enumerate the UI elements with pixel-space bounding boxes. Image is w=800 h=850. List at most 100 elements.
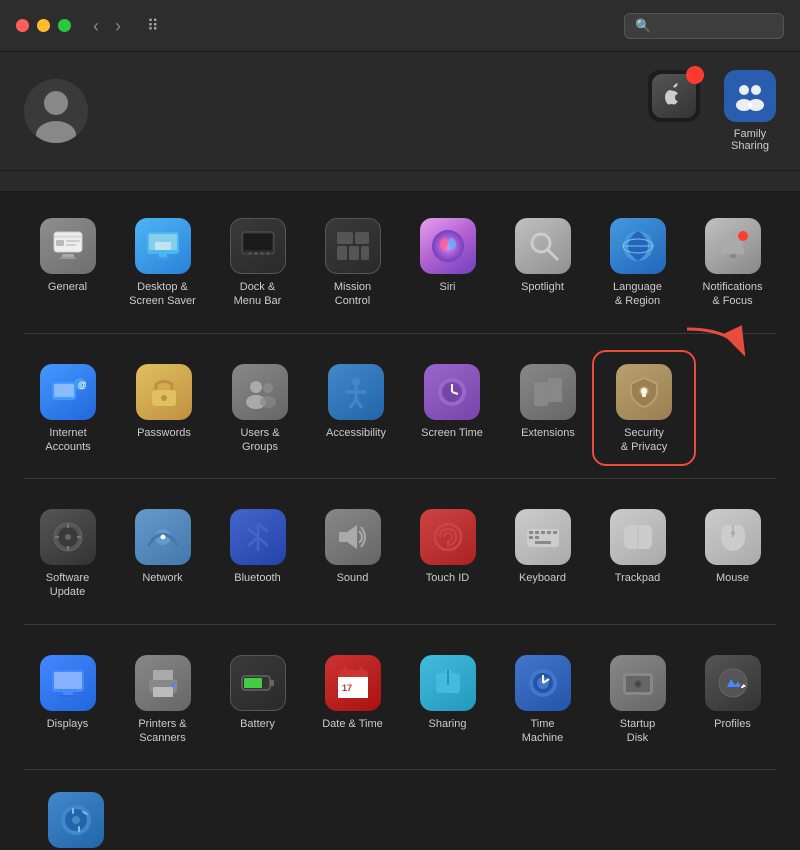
- ntfs-icon: [48, 792, 104, 848]
- bluetooth-label: Bluetooth: [234, 571, 280, 585]
- passwords-label: Passwords: [137, 426, 191, 440]
- datetime-label: Date & Time: [322, 717, 383, 731]
- pref-item-notifications[interactable]: Notifications& Focus: [685, 208, 780, 317]
- pref-item-keyboard[interactable]: Keyboard: [495, 499, 590, 608]
- security-label: Security& Privacy: [621, 426, 667, 455]
- printers-label: Printers &Scanners: [138, 717, 186, 746]
- third-party-row: NTFS for Mac: [20, 782, 780, 850]
- trackpad-icon: [610, 509, 666, 565]
- family-sharing-button[interactable]: FamilySharing: [724, 70, 776, 152]
- profiles-label: Profiles: [714, 717, 751, 731]
- nav-buttons: ‹ ›: [87, 13, 127, 39]
- pref-item-software[interactable]: SoftwareUpdate: [20, 499, 115, 608]
- profile-section: FamilySharing: [0, 52, 800, 171]
- internet-icon: @: [40, 364, 96, 420]
- grid-row-1: @InternetAccounts Passwords Users &Groups A…: [12, 354, 788, 463]
- family-sharing-icon: [733, 79, 767, 113]
- svg-text:17: 17: [342, 683, 352, 693]
- pref-item-internet[interactable]: @InternetAccounts: [20, 354, 116, 463]
- datetime-icon: 17: [325, 655, 381, 711]
- pref-item-mouse[interactable]: Mouse: [685, 499, 780, 608]
- mouse-icon: [705, 509, 761, 565]
- pref-item-accessibility[interactable]: Accessibility: [308, 354, 404, 463]
- bluetooth-icon: [230, 509, 286, 565]
- grid-section-1: @InternetAccounts Passwords Users &Groups A…: [0, 338, 800, 475]
- pref-item-siri[interactable]: Siri: [400, 208, 495, 317]
- family-sharing-label: FamilySharing: [731, 128, 769, 152]
- siri-label: Siri: [440, 280, 456, 294]
- notifications-icon: [705, 218, 761, 274]
- pref-item-extensions[interactable]: Extensions: [500, 354, 596, 463]
- notification-banner: [0, 171, 800, 192]
- sound-label: Sound: [337, 571, 369, 585]
- section-divider-2: [24, 624, 776, 625]
- grid-section-3: Displays Printers &Scanners Battery 17 Date …: [0, 629, 800, 766]
- pref-item-battery[interactable]: Battery: [210, 645, 305, 754]
- extensions-label: Extensions: [521, 426, 575, 440]
- pref-item-network[interactable]: Network: [115, 499, 210, 608]
- mission-label: MissionControl: [334, 280, 371, 309]
- screentime-icon: [424, 364, 480, 420]
- software-icon: [40, 509, 96, 565]
- avatar-icon: [24, 79, 88, 143]
- timemachine-label: TimeMachine: [522, 717, 564, 746]
- pref-item-trackpad[interactable]: Trackpad: [590, 499, 685, 608]
- trackpad-label: Trackpad: [615, 571, 660, 585]
- battery-icon: [230, 655, 286, 711]
- back-button[interactable]: ‹: [87, 13, 105, 39]
- pref-item-passwords[interactable]: Passwords: [116, 354, 212, 463]
- traffic-lights: [16, 19, 71, 32]
- grid-section-2: SoftwareUpdateNetwork Bluetooth Sound Touch…: [0, 483, 800, 620]
- pref-item-dock[interactable]: Dock &Menu Bar: [210, 208, 305, 317]
- avatar[interactable]: [24, 79, 88, 143]
- accessibility-label: Accessibility: [326, 426, 386, 440]
- pref-item-datetime[interactable]: 17 Date & Time: [305, 645, 400, 754]
- pref-item-mission[interactable]: MissionControl: [305, 208, 400, 317]
- pref-item-bluetooth[interactable]: Bluetooth: [210, 499, 305, 608]
- pref-item-general[interactable]: General: [20, 208, 115, 317]
- siri-icon: [420, 218, 476, 274]
- startup-icon: [610, 655, 666, 711]
- pref-item-desktop[interactable]: Desktop &Screen Saver: [115, 208, 210, 317]
- pref-item-touchid[interactable]: Touch ID: [400, 499, 495, 608]
- displays-label: Displays: [47, 717, 89, 731]
- close-button[interactable]: [16, 19, 29, 32]
- pref-item-ntfs[interactable]: NTFS for Mac: [28, 782, 124, 850]
- startup-label: StartupDisk: [620, 717, 655, 746]
- pref-item-startup[interactable]: StartupDisk: [590, 645, 685, 754]
- title-bar: ‹ › ⠿ 🔍: [0, 0, 800, 52]
- apple-id-icon-wrap: [648, 70, 700, 122]
- section-divider-0: [24, 333, 776, 334]
- forward-button[interactable]: ›: [109, 13, 127, 39]
- grid-row-3: Displays Printers &Scanners Battery 17 Date …: [12, 645, 788, 754]
- dock-label: Dock &Menu Bar: [234, 280, 282, 309]
- pref-item-language[interactable]: Language& Region: [590, 208, 685, 317]
- pref-item-displays[interactable]: Displays: [20, 645, 115, 754]
- pref-item-spotlight[interactable]: Spotlight: [495, 208, 590, 317]
- desktop-label: Desktop &Screen Saver: [129, 280, 196, 309]
- pref-item-printers[interactable]: Printers &Scanners: [115, 645, 210, 754]
- apple-id-button[interactable]: [648, 70, 700, 152]
- family-sharing-icon-wrap: [724, 70, 776, 122]
- keyboard-icon: [515, 509, 571, 565]
- battery-label: Battery: [240, 717, 275, 731]
- pref-item-users[interactable]: Users &Groups: [212, 354, 308, 463]
- displays-icon: [40, 655, 96, 711]
- grid-view-button[interactable]: ⠿: [139, 12, 167, 40]
- pref-item-security[interactable]: Security& Privacy: [596, 354, 692, 463]
- search-input[interactable]: [657, 18, 773, 33]
- touchid-label: Touch ID: [426, 571, 469, 585]
- pref-item-sharing[interactable]: Sharing: [400, 645, 495, 754]
- search-box[interactable]: 🔍: [624, 13, 784, 39]
- search-icon: 🔍: [635, 18, 651, 34]
- section-divider-1: [24, 478, 776, 479]
- apple-logo-icon: [660, 82, 688, 110]
- pref-item-timemachine[interactable]: TimeMachine: [495, 645, 590, 754]
- pref-item-screentime[interactable]: Screen Time: [404, 354, 500, 463]
- minimize-button[interactable]: [37, 19, 50, 32]
- svg-text:@: @: [78, 380, 86, 390]
- pref-item-profiles[interactable]: Profiles: [685, 645, 780, 754]
- users-icon: [232, 364, 288, 420]
- maximize-button[interactable]: [58, 19, 71, 32]
- pref-item-sound[interactable]: Sound: [305, 499, 400, 608]
